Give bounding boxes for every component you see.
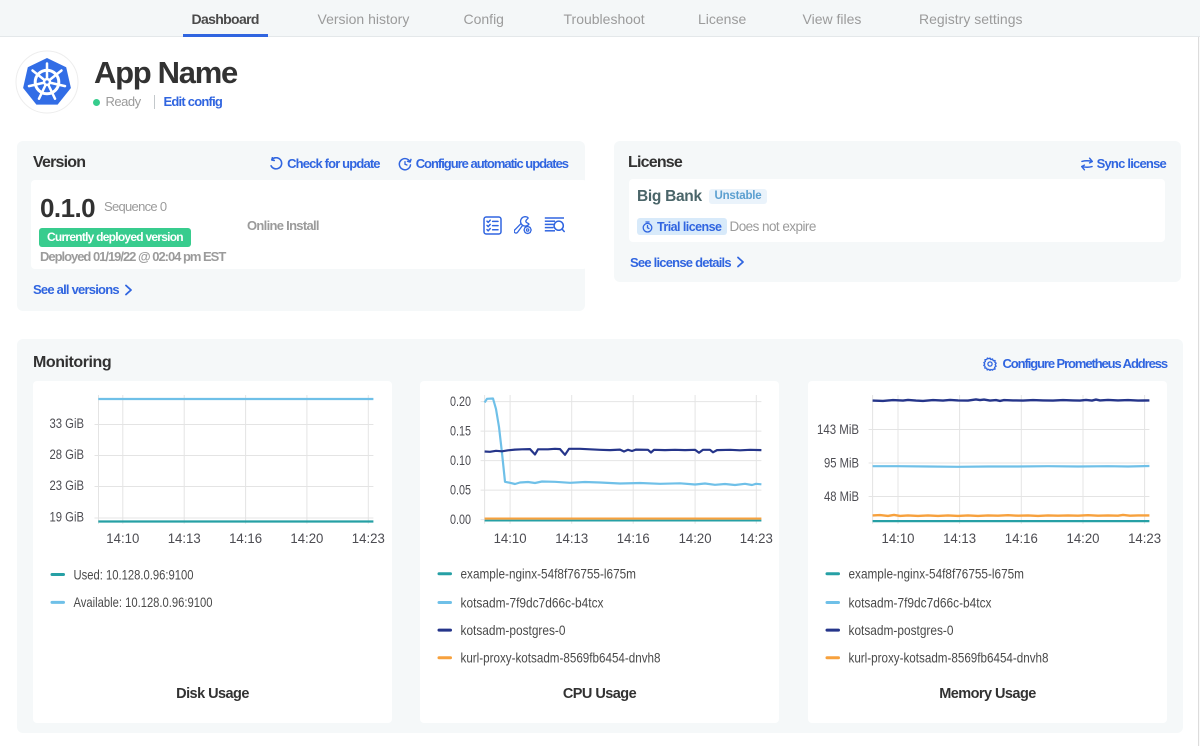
svg-text:14:16: 14:16 (1005, 531, 1038, 546)
svg-text:14:13: 14:13 (943, 531, 976, 546)
svg-text:0.20: 0.20 (450, 394, 471, 409)
svg-text:14:23: 14:23 (352, 531, 385, 546)
svg-text:14:20: 14:20 (679, 531, 712, 546)
svg-text:95 MiB: 95 MiB (824, 456, 859, 471)
svg-text:kurl-proxy-kotsadm-8569fb6454-: kurl-proxy-kotsadm-8569fb6454-dnvh8 (461, 650, 661, 666)
svg-text:0.05: 0.05 (450, 483, 471, 498)
svg-text:48 MiB: 48 MiB (824, 489, 859, 504)
svg-text:14:13: 14:13 (168, 531, 201, 546)
svg-text:14:20: 14:20 (1067, 531, 1100, 546)
svg-text:14:16: 14:16 (229, 531, 262, 546)
svg-text:14:13: 14:13 (555, 531, 588, 546)
svg-text:Available: 10.128.0.96:9100: Available: 10.128.0.96:9100 (74, 594, 213, 610)
svg-text:14:10: 14:10 (494, 531, 527, 546)
svg-text:19 GiB: 19 GiB (50, 510, 85, 525)
svg-text:kotsadm-7f9dc7d66c-b4tcx: kotsadm-7f9dc7d66c-b4tcx (849, 594, 992, 610)
svg-text:kotsadm-postgres-0: kotsadm-postgres-0 (849, 622, 954, 638)
svg-text:example-nginx-54f8f76755-l675m: example-nginx-54f8f76755-l675m (461, 566, 637, 582)
svg-text:14:10: 14:10 (882, 531, 915, 546)
svg-text:0.10: 0.10 (450, 453, 471, 468)
svg-text:0.15: 0.15 (450, 424, 471, 439)
svg-text:14:16: 14:16 (617, 531, 650, 546)
svg-text:33 GiB: 33 GiB (50, 416, 85, 431)
svg-text:14:20: 14:20 (290, 531, 323, 546)
svg-text:0.00: 0.00 (450, 512, 471, 527)
svg-text:kurl-proxy-kotsadm-8569fb6454-: kurl-proxy-kotsadm-8569fb6454-dnvh8 (849, 650, 1049, 666)
svg-text:23 GiB: 23 GiB (50, 478, 85, 493)
svg-text:14:23: 14:23 (1128, 531, 1161, 546)
svg-text:28 GiB: 28 GiB (50, 447, 85, 462)
svg-text:143 MiB: 143 MiB (817, 422, 859, 437)
svg-text:14:23: 14:23 (740, 531, 773, 546)
svg-text:kotsadm-7f9dc7d66c-b4tcx: kotsadm-7f9dc7d66c-b4tcx (461, 594, 604, 610)
svg-text:Used: 10.128.0.96:9100: Used: 10.128.0.96:9100 (74, 566, 194, 582)
svg-text:kotsadm-postgres-0: kotsadm-postgres-0 (461, 622, 566, 638)
svg-text:example-nginx-54f8f76755-l675m: example-nginx-54f8f76755-l675m (849, 566, 1025, 582)
svg-text:14:10: 14:10 (106, 531, 139, 546)
